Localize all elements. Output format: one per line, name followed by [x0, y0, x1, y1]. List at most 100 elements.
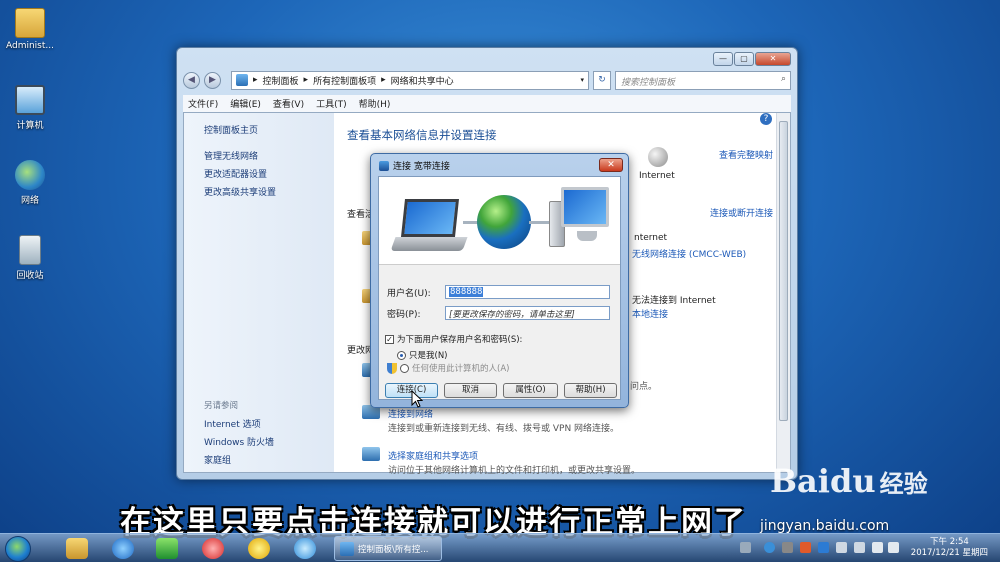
- tray-icon[interactable]: [836, 542, 847, 553]
- taskbar-clock[interactable]: 下午 2:54 2017/12/21 星期四: [911, 537, 988, 559]
- desktop-icon-label: 网络: [20, 196, 39, 206]
- internet-globe-icon: [648, 147, 668, 167]
- password-field[interactable]: [要更改保存的密码，请单击这里]: [445, 306, 610, 320]
- address-bar[interactable]: ▸ 控制面板 ▸ 所有控制面板项 ▸ 网络和共享中心 ▾: [231, 70, 589, 90]
- access-type-label: 无法连接到 Internet: [632, 296, 716, 306]
- globe-icon: [477, 195, 531, 249]
- breadcrumb-network-center[interactable]: 网络和共享中心: [391, 74, 454, 87]
- taskbar: 控制面板\所有控... 下午 2:54 2017/12/21 星期四: [0, 533, 1000, 562]
- link-control-panel-home[interactable]: 控制面板主页: [204, 123, 258, 136]
- dialog-body: 用户名(U): 888888 密码(P): [要更改保存的密码，请单击这里] ✓…: [378, 176, 621, 400]
- back-button[interactable]: ◀: [183, 71, 200, 89]
- vertical-scrollbar[interactable]: [776, 113, 790, 472]
- item-description: 连接到或重新连接到无线、有线、拨号或 VPN 网络连接。: [388, 424, 620, 434]
- window-controls: — ▢ ✕: [713, 52, 791, 66]
- menu-file[interactable]: 文件(F): [188, 97, 218, 110]
- item-description: 访问位于其他网络计算机上的文件和打印机，或更改共享设置。: [388, 466, 641, 476]
- breadcrumb-control-panel[interactable]: 控制面板: [263, 74, 299, 87]
- link-manage-wireless[interactable]: 管理无线网络: [204, 149, 258, 162]
- taskbar-window-label: 控制面板\所有控...: [358, 544, 429, 555]
- recycle-bin-icon: [19, 235, 41, 265]
- menu-help[interactable]: 帮助(H): [359, 97, 391, 110]
- maximize-button[interactable]: ▢: [734, 52, 754, 66]
- password-label: 密码(P):: [387, 310, 421, 320]
- save-credentials-label: 为下面用户保存用户名和密码(S):: [397, 335, 523, 345]
- clock-time: 下午 2:54: [930, 537, 969, 547]
- tray-icon[interactable]: [854, 542, 865, 553]
- dialog-close-button[interactable]: ✕: [599, 158, 623, 172]
- tray-icon[interactable]: [818, 542, 829, 553]
- breadcrumb-all-items[interactable]: 所有控制面板项: [313, 74, 376, 87]
- taskbar-window-control-panel[interactable]: 控制面板\所有控...: [334, 536, 442, 561]
- save-credentials-row[interactable]: ✓ 为下面用户保存用户名和密码(S):: [385, 333, 522, 345]
- app-icon[interactable]: [294, 538, 316, 559]
- menu-view[interactable]: 查看(V): [273, 97, 304, 110]
- breadcrumb-separator: ▸: [253, 75, 258, 85]
- radio-only-me[interactable]: [397, 350, 406, 360]
- start-button[interactable]: [5, 536, 31, 562]
- network-tray-icon[interactable]: [872, 542, 883, 553]
- radio-anyone[interactable]: [400, 363, 409, 373]
- forward-button[interactable]: ▶: [204, 71, 221, 89]
- link-homegroup[interactable]: 家庭组: [204, 453, 231, 466]
- password-placeholder: [要更改保存的密码，请单击这里]: [449, 310, 575, 320]
- laptop-icon: [390, 199, 468, 257]
- help-button[interactable]: 帮助(H): [564, 383, 617, 398]
- search-icon[interactable]: ⌕: [781, 74, 786, 84]
- link-homegroup-sharing[interactable]: 选择家庭组和共享选项: [388, 449, 478, 462]
- properties-button[interactable]: 属性(O): [503, 383, 558, 398]
- tray-icon[interactable]: [764, 542, 775, 553]
- link-advanced-sharing[interactable]: 更改高级共享设置: [204, 185, 276, 198]
- address-dropdown-icon[interactable]: ▾: [580, 76, 584, 84]
- refresh-button[interactable]: ↻: [593, 70, 611, 90]
- address-row: ◀ ▶ ▸ 控制面板 ▸ 所有控制面板项 ▸ 网络和共享中心 ▾ ↻ 搜索控制面…: [183, 70, 791, 90]
- close-button[interactable]: ✕: [755, 52, 791, 66]
- tray-icon[interactable]: [800, 542, 811, 553]
- mouse-cursor-icon: [411, 390, 423, 408]
- link-connect-disconnect[interactable]: 连接或断开连接: [710, 206, 773, 219]
- internet-explorer-icon[interactable]: [112, 538, 134, 559]
- network-globe-icon: [15, 160, 45, 190]
- media-player-icon[interactable]: [156, 538, 178, 559]
- volume-tray-icon[interactable]: [888, 542, 899, 553]
- desktop-icon-computer[interactable]: 计算机: [0, 85, 60, 131]
- menu-edit[interactable]: 编辑(E): [230, 97, 261, 110]
- desktop-icon-recycle-bin[interactable]: 回收站: [0, 235, 60, 281]
- desktop-icon-label: 计算机: [16, 121, 44, 131]
- menu-tools[interactable]: 工具(T): [316, 97, 347, 110]
- tray-icon[interactable]: [782, 542, 793, 553]
- link-windows-firewall[interactable]: Windows 防火墙: [204, 435, 274, 448]
- link-wireless-connection[interactable]: 无线网络连接 (CMCC-WEB): [632, 247, 746, 260]
- link-connect-to-network[interactable]: 连接到网络: [388, 407, 433, 420]
- save-credentials-checkbox[interactable]: ✓: [385, 334, 394, 344]
- link-internet-options[interactable]: Internet 选项: [204, 417, 261, 430]
- connection-banner: [379, 177, 620, 265]
- internet-label: Internet: [639, 171, 675, 181]
- clock-date: 2017/12/21 星期四: [910, 548, 988, 558]
- explorer-taskbar-icon[interactable]: [66, 538, 88, 559]
- help-icon[interactable]: ?: [760, 113, 772, 125]
- radio-anyone-row[interactable]: 任何使用此计算机的人(A): [387, 362, 509, 374]
- desktop-icon-label: Administ...: [6, 41, 54, 51]
- minimize-button[interactable]: —: [713, 52, 733, 66]
- radio-me-row[interactable]: 只是我(N): [397, 349, 448, 361]
- computer-icon: [15, 85, 45, 115]
- link-change-adapter[interactable]: 更改适配器设置: [204, 167, 267, 180]
- browser-icon[interactable]: [202, 538, 224, 559]
- cancel-button[interactable]: 取消: [444, 383, 497, 398]
- tray-icon[interactable]: [740, 542, 751, 553]
- app-icon[interactable]: [248, 538, 270, 559]
- desktop-icon-network[interactable]: 网络: [0, 160, 60, 206]
- username-field[interactable]: 888888: [445, 285, 610, 299]
- link-view-full-map[interactable]: 查看完整映射: [719, 148, 773, 161]
- link-local-connection[interactable]: 本地连接: [632, 307, 668, 320]
- breadcrumb-separator: ▸: [381, 75, 386, 85]
- baidu-jingyan-watermark: Baidu 经验: [770, 462, 928, 500]
- desktop-icon-admin[interactable]: Administ...: [0, 8, 60, 51]
- search-input[interactable]: 搜索控制面板 ⌕: [615, 70, 791, 90]
- control-panel-icon: [236, 74, 248, 86]
- watermark-suffix: 经验: [879, 470, 928, 498]
- homegroup-icon: [362, 447, 380, 461]
- scrollbar-thumb[interactable]: [779, 121, 788, 421]
- watermark-url: jingyan.baidu.com: [760, 518, 890, 534]
